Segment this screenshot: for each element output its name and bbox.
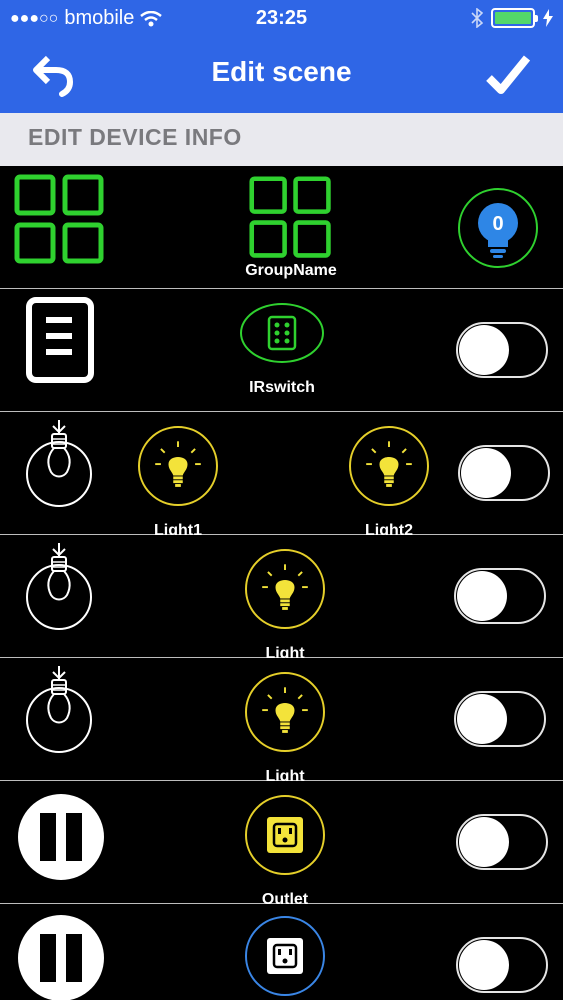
- group-grid-icon: [249, 176, 331, 258]
- device-row-outlet[interactable]: Outlet: [0, 781, 563, 908]
- lightbulb-icon: [261, 563, 309, 611]
- power-outlet-icon: [267, 817, 303, 853]
- lightbulb-icon: [154, 440, 202, 488]
- device-row-light[interactable]: Light: [0, 658, 563, 785]
- toggle-knob: [459, 940, 509, 990]
- device-row-irswitch[interactable]: IRswitch: [0, 289, 563, 412]
- light-circle: [245, 672, 325, 752]
- status-right: [471, 8, 553, 28]
- outlet-plug-icon: [18, 794, 104, 880]
- light2-circle: [349, 426, 429, 506]
- device-light[interactable]: Light: [225, 549, 345, 663]
- group-grid-icon: [14, 174, 104, 264]
- toggle-knob: [461, 448, 511, 498]
- remote-switch-icon: [26, 297, 94, 383]
- device-row-outlet[interactable]: [0, 904, 563, 1000]
- status-bar: ●●●○○ bmobile 23:25: [0, 0, 563, 38]
- lights-toggle[interactable]: [458, 445, 550, 501]
- toggle-knob: [459, 817, 509, 867]
- device-group[interactable]: GroupName: [231, 176, 351, 280]
- device-label: GroupName: [245, 262, 337, 279]
- toggle-knob: [457, 694, 507, 744]
- lightbulb-icon: [365, 440, 413, 488]
- charging-bolt-icon: [543, 9, 553, 27]
- toggle-knob: [457, 571, 507, 621]
- hanging-bulb-icon: [26, 666, 92, 753]
- device-label: IRswitch: [249, 379, 315, 396]
- section-header: EDIT DEVICE INFO: [0, 113, 563, 166]
- light-toggle[interactable]: [454, 568, 546, 624]
- outlet-toggle[interactable]: [456, 814, 548, 870]
- device-row-light[interactable]: Light: [0, 535, 563, 662]
- lightbulb-icon: [261, 686, 309, 734]
- outlet-plug-icon: [18, 915, 104, 1000]
- outlet-circle: [245, 795, 325, 875]
- lightbulb-badge-icon: 0: [478, 203, 518, 258]
- device-irswitch[interactable]: IRswitch: [222, 303, 342, 397]
- irswitch-toggle[interactable]: [456, 322, 548, 378]
- group-status-button[interactable]: 0: [458, 188, 538, 268]
- device-light2[interactable]: Light2: [329, 426, 449, 540]
- navigation-bar: Edit scene: [0, 38, 563, 113]
- ir-remote-icon: [267, 315, 297, 351]
- irswitch-circle: [240, 303, 324, 363]
- bluetooth-icon: [471, 8, 483, 28]
- light-toggle[interactable]: [454, 691, 546, 747]
- device-outlet[interactable]: Outlet: [225, 795, 345, 909]
- page-title: Edit scene: [211, 56, 352, 87]
- device-row-group[interactable]: GroupName 0: [0, 166, 563, 289]
- toggle-knob: [459, 325, 509, 375]
- device-light1[interactable]: Light1: [118, 426, 238, 540]
- checkmark-icon: [486, 55, 531, 94]
- light1-circle: [138, 426, 218, 506]
- outlet-toggle[interactable]: [456, 937, 548, 993]
- device-outlet[interactable]: [225, 916, 345, 1000]
- device-row-lights[interactable]: Light1 Light2: [0, 412, 563, 539]
- light-circle: [245, 549, 325, 629]
- hanging-bulb-icon: [26, 420, 92, 507]
- battery-icon: [491, 8, 538, 28]
- power-outlet-icon: [267, 938, 303, 974]
- done-button[interactable]: [483, 52, 533, 98]
- outlet-circle: [245, 916, 325, 996]
- hanging-bulb-icon: [26, 543, 92, 630]
- device-light[interactable]: Light: [225, 672, 345, 786]
- group-badge-count: 0: [492, 213, 503, 235]
